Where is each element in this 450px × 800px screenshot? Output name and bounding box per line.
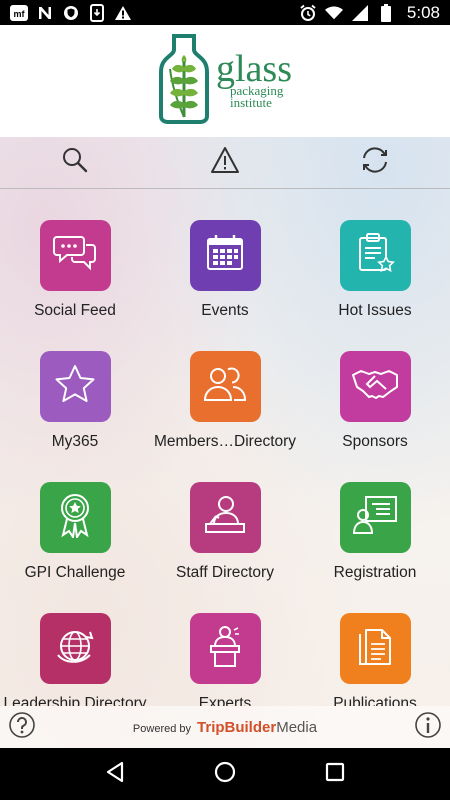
vpn-shield-icon — [62, 4, 80, 22]
tile-registration[interactable]: Registration — [300, 482, 450, 613]
globe-icon — [54, 625, 96, 672]
tile-label: Publications — [333, 695, 417, 706]
back-icon — [104, 761, 126, 788]
podium-speaker-icon — [205, 624, 245, 673]
info-button[interactable] — [414, 711, 442, 744]
recents-button[interactable] — [315, 754, 355, 794]
star-icon — [54, 364, 96, 409]
tile-events[interactable]: Events — [150, 220, 300, 351]
tile-social-feed[interactable]: Social Feed — [0, 220, 150, 351]
sync-button[interactable] — [345, 137, 405, 189]
document-icon — [356, 624, 394, 673]
tile-staff-directory[interactable]: Staff Directory — [150, 482, 300, 613]
footer: Powered by TripBuilder Media — [0, 706, 450, 748]
tile-icon-bg — [189, 613, 261, 684]
tile-hot-issues[interactable]: Hot Issues — [300, 220, 450, 351]
handshake-icon — [351, 367, 399, 406]
tile-label: Leadership Directory — [3, 695, 147, 706]
brand-name-part2: Media — [276, 718, 318, 736]
powered-by[interactable]: Powered by TripBuilder Media — [133, 719, 317, 736]
tile-icon-bg — [189, 220, 261, 291]
battery-icon — [377, 3, 395, 22]
back-button[interactable] — [95, 754, 135, 794]
chat-bubbles-icon — [53, 233, 97, 278]
nav-bar — [0, 748, 450, 800]
logo-header: glass packaging institute — [0, 25, 450, 137]
warning-icon — [114, 4, 132, 22]
sync-icon — [359, 146, 391, 179]
tile-icon-bg — [189, 482, 261, 553]
tile-label: Members…Directory — [153, 433, 297, 450]
tile-label: My365 — [51, 433, 99, 450]
tile-icon-bg — [39, 613, 111, 684]
clipboard-star-icon — [355, 232, 395, 279]
alerts-button[interactable] — [195, 137, 255, 189]
tile-leadership-directory[interactable]: Leadership Directory — [0, 613, 150, 706]
tile-gpi-challenge[interactable]: GPI Challenge — [0, 482, 150, 613]
tile-members-directory[interactable]: Members…Directory — [150, 351, 300, 482]
powered-by-label: Powered by — [132, 722, 192, 735]
tile-label: Hot Issues — [338, 302, 412, 319]
recents-icon — [325, 762, 345, 787]
status-right: 5:08 — [299, 3, 440, 23]
myfitnesspal-icon: mf — [10, 4, 28, 22]
tile-label: Staff Directory — [176, 564, 274, 581]
tile-icon-bg — [339, 482, 411, 553]
wifi-icon — [324, 4, 343, 22]
help-button[interactable] — [8, 711, 36, 744]
tile-icon-bg — [189, 351, 261, 422]
status-left: mf — [10, 3, 132, 22]
person-desk-icon — [202, 494, 248, 541]
home-icon — [213, 760, 237, 789]
n-icon — [36, 4, 54, 22]
tile-my365[interactable]: My365 — [0, 351, 150, 482]
registration-board-icon — [352, 495, 398, 540]
tile-experts[interactable]: Experts — [150, 613, 300, 706]
tile-icon-bg — [39, 482, 111, 553]
brand-name-part1: TripBuilder — [197, 718, 277, 736]
search-icon — [61, 146, 89, 179]
tile-label: Social Feed — [34, 302, 116, 319]
tile-label: Experts — [198, 695, 252, 706]
tile-publications[interactable]: Publications — [300, 613, 450, 706]
phone-download-icon — [88, 3, 106, 22]
tile-label: Events — [201, 302, 249, 319]
tile-icon-bg — [39, 351, 111, 422]
tile-sponsors[interactable]: Sponsors — [300, 351, 450, 482]
svg-text:mf: mf — [14, 9, 26, 19]
help-icon — [8, 711, 36, 744]
toolbar — [0, 137, 450, 189]
tile-grid-area[interactable]: Social Feed Events Hot Issues My365 Memb… — [0, 190, 450, 706]
calendar-icon — [205, 233, 245, 278]
info-icon — [414, 711, 442, 744]
tile-icon-bg — [339, 220, 411, 291]
alarm-icon — [299, 4, 317, 22]
tile-label: Sponsors — [342, 433, 408, 450]
app-logo: glass packaging institute — [158, 33, 292, 130]
ribbon-award-icon — [57, 492, 93, 543]
status-time: 5:08 — [406, 2, 440, 22]
people-icon — [202, 364, 248, 409]
status-bar: mf 5:08 — [0, 0, 450, 25]
tile-icon-bg — [339, 351, 411, 422]
tile-icon-bg — [39, 220, 111, 291]
logo-title: glass — [216, 48, 292, 90]
tile-label: GPI Challenge — [24, 564, 126, 581]
home-button[interactable] — [205, 754, 245, 794]
search-button[interactable] — [45, 137, 105, 189]
tile-grid: Social Feed Events Hot Issues My365 Memb… — [0, 220, 450, 706]
logo-text: glass packaging institute — [216, 48, 292, 110]
logo-subtitle-2: institute — [230, 95, 272, 110]
bottle-logo-icon — [158, 33, 210, 130]
tile-icon-bg — [339, 613, 411, 684]
tile-label: Registration — [333, 564, 417, 581]
signal-icon — [351, 4, 369, 22]
alert-icon — [210, 146, 240, 179]
